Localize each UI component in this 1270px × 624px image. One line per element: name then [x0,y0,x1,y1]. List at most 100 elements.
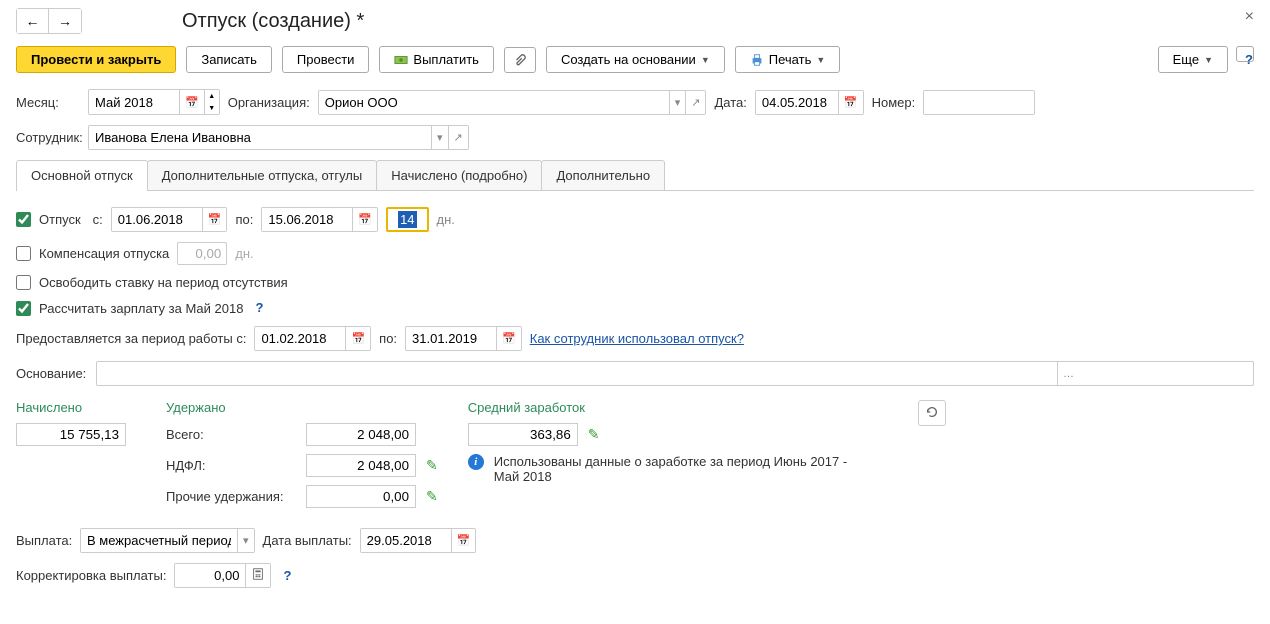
attach-button[interactable] [504,47,536,73]
date-input[interactable] [756,91,838,114]
pay-button[interactable]: Выплатить [379,46,494,73]
calendar-icon[interactable]: 📅 [202,208,227,231]
spinner-down[interactable]: ▼ [205,102,219,114]
accrued-value[interactable] [16,423,126,446]
tab-extra[interactable]: Дополнительно [541,160,665,190]
release-checkbox[interactable] [16,275,31,290]
info-text: Использованы данные о заработке за перио… [494,454,854,484]
calendar-icon[interactable]: 📅 [451,529,476,552]
compensation-unit: дн. [235,246,253,261]
page-title: Отпуск (создание) * [182,10,364,33]
paperclip-icon [513,53,527,67]
number-label: Номер: [872,95,916,110]
calendar-icon[interactable]: 📅 [496,327,521,350]
dropdown-icon[interactable]: ▾ [237,529,254,552]
back-button[interactable]: ← [17,9,49,33]
payout-input[interactable] [81,529,237,552]
chevron-down-icon: ▼ [1204,55,1213,65]
period-label: Предоставляется за период работы с: [16,331,246,346]
printer-icon [750,53,764,67]
calendar-icon[interactable]: 📅 [352,208,377,231]
vacation-checkbox[interactable] [16,212,31,227]
release-label: Освободить ставку на период отсутствия [39,275,288,290]
pencil-icon[interactable]: ✎ [426,488,438,505]
ndfl-value[interactable] [306,454,416,477]
payout-label: Выплата: [16,533,72,548]
create-based-button[interactable]: Создать на основании ▼ [546,46,725,73]
correction-input[interactable] [175,564,245,587]
to-label: по: [235,212,253,227]
more-button[interactable]: Еще ▼ [1158,46,1228,73]
avg-earn-header: Средний заработок [468,400,585,415]
basis-input[interactable] [97,362,1057,385]
tab-main-vacation[interactable]: Основной отпуск [16,160,148,190]
ndfl-label: НДФЛ: [166,458,296,473]
help-icon[interactable]: ? [251,300,267,316]
basis-label: Основание: [16,366,88,381]
calendar-icon[interactable]: 📅 [345,327,370,350]
nav-buttons: ← → [16,8,82,34]
other-withheld-label: Прочие удержания: [166,489,296,504]
period-to-input[interactable] [406,327,496,350]
spinner-up[interactable]: ▲ [205,90,219,102]
compensation-checkbox[interactable] [16,246,31,261]
post-button[interactable]: Провести [282,46,370,73]
refresh-button[interactable] [918,400,946,426]
ellipsis-icon[interactable]: … [1057,362,1079,385]
payout-date-input[interactable] [361,529,451,552]
forward-button[interactable]: → [49,9,81,33]
total-value[interactable] [306,423,416,446]
period-to-label: по: [379,331,397,346]
other-withheld-value[interactable] [306,485,416,508]
dropdown-icon[interactable]: ▾ [669,91,686,114]
vacation-check-label: Отпуск [39,212,81,227]
correction-label: Корректировка выплаты: [16,568,166,583]
employee-label: Сотрудник: [16,130,80,145]
compensation-label: Компенсация отпуска [39,246,169,261]
close-icon[interactable]: × [1245,8,1254,26]
open-icon[interactable]: ↗ [448,126,468,149]
post-and-close-button[interactable]: Провести и закрыть [16,46,176,73]
employee-input[interactable] [89,126,431,149]
from-label: с: [93,212,103,227]
compensation-input[interactable] [177,242,227,265]
money-icon [394,53,408,67]
refresh-icon [925,405,939,419]
open-icon[interactable]: ↗ [685,91,705,114]
pencil-icon[interactable]: ✎ [426,457,438,474]
chevron-down-icon: ▼ [701,55,710,65]
days-count-box[interactable]: 14 [386,207,428,232]
org-input[interactable] [319,91,669,114]
month-label: Месяц: [16,95,80,110]
payout-date-label: Дата выплаты: [263,533,352,548]
calculator-icon[interactable] [245,564,270,587]
number-input[interactable] [924,91,1034,114]
chevron-down-icon: ▼ [816,55,825,65]
info-icon: i [468,454,484,470]
calc-salary-checkbox[interactable] [16,301,31,316]
period-from-input[interactable] [255,327,345,350]
calendar-icon[interactable]: 📅 [179,90,204,114]
accrued-header: Начислено [16,400,136,415]
vacation-to-input[interactable] [262,208,352,231]
print-button[interactable]: Печать ▼ [735,46,841,73]
withheld-header: Удержано [166,400,438,415]
help-icon[interactable]: ? [279,568,295,584]
vacation-from-input[interactable] [112,208,202,231]
avg-earn-value[interactable] [468,423,578,446]
tab-accrued[interactable]: Начислено (подробно) [376,160,542,190]
calendar-icon[interactable]: 📅 [838,91,863,114]
usage-link[interactable]: Как сотрудник использовал отпуск? [530,331,744,346]
save-button[interactable]: Записать [186,46,272,73]
pencil-icon[interactable]: ✎ [588,426,600,443]
calc-salary-label: Рассчитать зарплату за Май 2018 [39,301,243,316]
help-button[interactable]: ? [1236,46,1254,62]
month-input[interactable] [89,90,179,114]
month-input-group: 📅 ▲ ▼ [88,89,220,115]
total-label: Всего: [166,427,296,442]
month-spinner: ▲ ▼ [204,90,219,114]
tab-additional[interactable]: Дополнительные отпуска, отгулы [147,160,378,190]
dropdown-icon[interactable]: ▾ [431,126,448,149]
org-label: Организация: [228,95,310,110]
days-unit: дн. [437,212,455,227]
